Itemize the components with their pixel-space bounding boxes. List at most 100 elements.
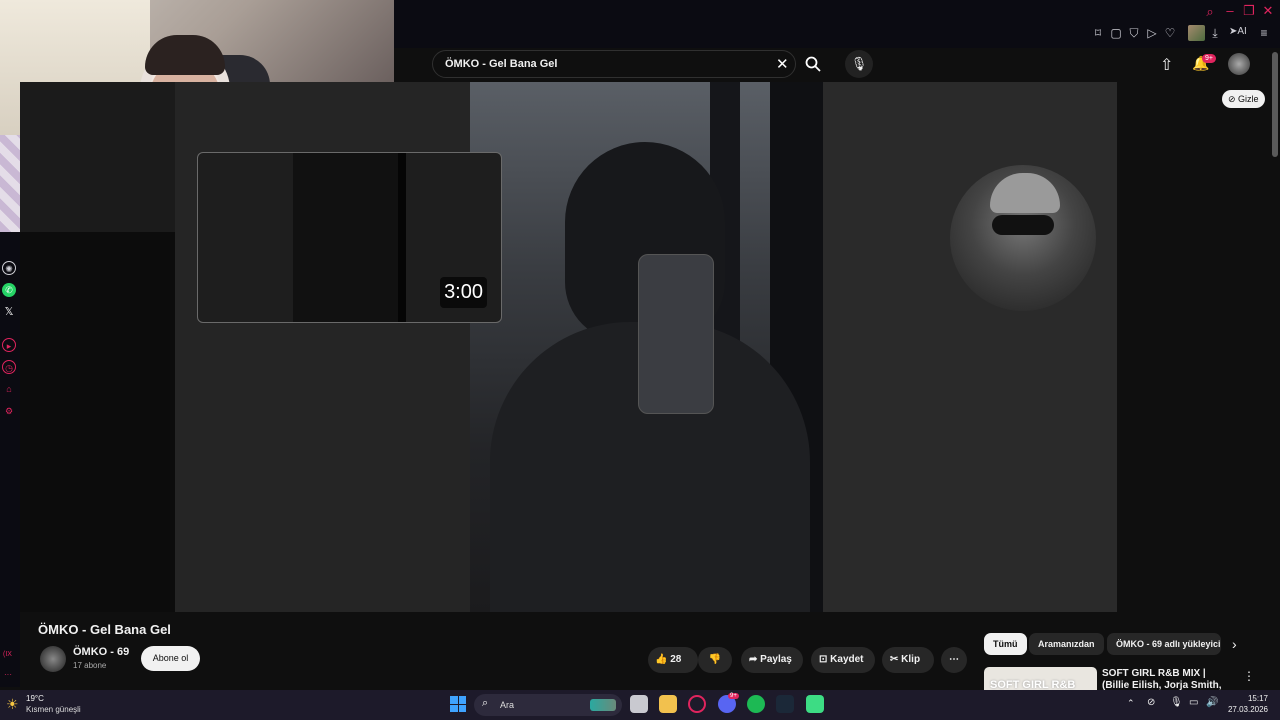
discord-badge: 9+ bbox=[728, 693, 739, 699]
microphone-icon: 🎙 bbox=[850, 56, 868, 71]
preview-duration: 3:00 bbox=[440, 277, 487, 308]
tray-mic-icon[interactable]: 🎙 bbox=[1170, 697, 1183, 708]
upload-icon[interactable]: ⇧ bbox=[1160, 55, 1173, 75]
task-view-icon[interactable] bbox=[630, 695, 648, 713]
video-title: ÖMKO - Gel Bana Gel bbox=[38, 622, 171, 637]
search-button[interactable] bbox=[798, 50, 828, 78]
opera-gx-icon[interactable] bbox=[688, 695, 706, 713]
hide-overlay-button[interactable]: ⊘ Gizle bbox=[1222, 90, 1265, 108]
share-label: Paylaş bbox=[760, 654, 792, 665]
taskbar-search[interactable]: ⌕ Ara bbox=[474, 694, 622, 716]
player-left-bar bbox=[20, 232, 175, 612]
spotify-icon[interactable] bbox=[747, 695, 765, 713]
thumbs-up-icon: 👍 bbox=[655, 654, 668, 665]
search-icon bbox=[805, 56, 821, 72]
ai-button[interactable]: ➤AI bbox=[1229, 26, 1247, 37]
player-right-panel bbox=[823, 82, 1117, 612]
scissors-icon: ✂ bbox=[890, 654, 899, 665]
subscribe-button[interactable]: Abone ol bbox=[141, 646, 200, 671]
clear-search-icon[interactable]: ✕ bbox=[776, 55, 789, 73]
save-icon: ⊡ bbox=[819, 654, 828, 665]
recommendation-more-icon[interactable]: ⋮ bbox=[1243, 669, 1255, 683]
tray-network-off-icon[interactable]: ⊘ bbox=[1147, 697, 1155, 708]
subscriber-count: 17 abone bbox=[73, 661, 107, 670]
heart-icon[interactable]: ♡ bbox=[1163, 26, 1177, 40]
chip-from-search[interactable]: Aramanızdan bbox=[1029, 633, 1104, 655]
minimize-icon[interactable]: – bbox=[1223, 3, 1237, 18]
thumbs-down-icon: 👎 bbox=[708, 654, 722, 665]
file-explorer-icon[interactable] bbox=[659, 695, 677, 713]
close-window-icon[interactable]: ✕ bbox=[1261, 3, 1275, 19]
history-icon[interactable]: ◷ bbox=[2, 360, 16, 374]
search-highlight-icon bbox=[590, 699, 616, 711]
page-scrollbar[interactable] bbox=[1272, 52, 1278, 157]
chatgpt-icon[interactable]: ✺ bbox=[2, 261, 16, 275]
shield-icon[interactable]: ⛉ bbox=[1127, 26, 1141, 40]
bookmark-icon[interactable]: ⌑ bbox=[1091, 26, 1105, 40]
notification-badge: 9+ bbox=[1202, 54, 1216, 63]
chip-uploader[interactable]: ÖMKO - 69 adlı yükleyici bbox=[1107, 633, 1221, 655]
sunglasses bbox=[992, 215, 1054, 235]
share-icon: ➦ bbox=[749, 654, 758, 665]
speed-dial-icon[interactable]: ⌂ bbox=[2, 382, 16, 396]
settings-icon[interactable]: ⚙ bbox=[2, 404, 16, 418]
more-horizontal-icon: ⋯ bbox=[949, 654, 959, 665]
restore-icon[interactable]: ❐ bbox=[1242, 3, 1256, 19]
tray-display-icon[interactable]: ▭ bbox=[1189, 697, 1198, 708]
like-button[interactable]: 👍 28 bbox=[648, 647, 698, 673]
thumbnail-text: SOFT GIRL R&B bbox=[990, 679, 1076, 690]
dislike-button[interactable]: 👎 bbox=[698, 647, 732, 673]
more-icon[interactable]: ··· bbox=[4, 670, 12, 679]
whatsapp-icon[interactable]: ✆ bbox=[2, 283, 16, 297]
chevron-right-icon[interactable]: › bbox=[1232, 636, 1237, 652]
taskbar-search-placeholder: Ara bbox=[500, 700, 515, 710]
voice-search-button[interactable]: 🎙 bbox=[845, 50, 873, 78]
search-box[interactable]: ÖMKO - Gel Bana Gel ✕ bbox=[432, 50, 796, 78]
eye-off-icon: ⊘ bbox=[1228, 94, 1239, 104]
menu-icon[interactable]: ≡ bbox=[1257, 26, 1271, 40]
secondary-column bbox=[1117, 82, 1280, 612]
clock-time[interactable]: 15:17 bbox=[1228, 694, 1268, 703]
hide-label: Gizle bbox=[1238, 94, 1259, 104]
preview-thumbnail bbox=[293, 153, 403, 322]
play-icon[interactable]: ▷ bbox=[1145, 26, 1159, 40]
save-label: Kaydet bbox=[830, 654, 864, 665]
video-frame[interactable] bbox=[470, 82, 823, 612]
more-actions-button[interactable]: ⋯ bbox=[941, 647, 967, 673]
sidebar-badge: (IX bbox=[3, 651, 12, 658]
browser-sidebar: ✺ ✆ 𝕏 ▸ ◷ ⌂ ⚙ (IX ··· bbox=[0, 232, 20, 687]
steam-icon[interactable] bbox=[776, 695, 794, 713]
clock-date[interactable]: 27.03.2026 bbox=[1218, 705, 1268, 714]
windows-start-icon[interactable] bbox=[450, 696, 466, 712]
account-avatar[interactable] bbox=[1228, 53, 1250, 75]
weather-icon: ☀ bbox=[6, 696, 19, 712]
chip-all[interactable]: Tümü bbox=[984, 633, 1027, 655]
weather-desc[interactable]: Kısmen güneşli bbox=[26, 705, 81, 714]
weather-temp[interactable]: 19°C bbox=[26, 694, 44, 703]
snapshot-icon[interactable]: ▢ bbox=[1109, 26, 1123, 40]
save-button[interactable]: ⊡ Kaydet bbox=[811, 647, 875, 673]
recommendation-title[interactable]: SOFT GIRL R&B MIX | (Billie Eilish, Jorj… bbox=[1102, 668, 1227, 690]
x-icon[interactable]: 𝕏 bbox=[2, 305, 16, 319]
search-input[interactable]: ÖMKO - Gel Bana Gel bbox=[445, 58, 557, 70]
share-button[interactable]: ➦ Paylaş bbox=[741, 647, 803, 673]
player-icon[interactable]: ▸ bbox=[2, 338, 16, 352]
taskbar-search-icon: ⌕ bbox=[482, 697, 489, 709]
beanie bbox=[990, 173, 1060, 213]
channel-avatar[interactable] bbox=[40, 646, 66, 672]
tray-volume-icon[interactable]: 🔊 bbox=[1206, 697, 1218, 708]
clip-label: Klip bbox=[901, 654, 921, 665]
recommendation-thumbnail[interactable]: SOFT GIRL R&B bbox=[984, 667, 1097, 690]
person-hair bbox=[145, 35, 225, 75]
hover-preview[interactable]: 3:00 bbox=[197, 152, 502, 323]
phone-in-hand bbox=[638, 254, 714, 414]
windows-taskbar: ☀ 19°C Kısmen güneşli ⌕ Ara 9+ ⌃ ⊘ 🎙 ▭ 🔊… bbox=[0, 690, 1280, 720]
search-window-icon[interactable]: ⌕ bbox=[1203, 4, 1217, 20]
channel-name[interactable]: ÖMKO - 69 bbox=[73, 646, 129, 658]
clip-button[interactable]: ✂ Klip bbox=[882, 647, 934, 673]
like-count: 28 bbox=[670, 654, 682, 665]
profile-thumbnail-icon[interactable] bbox=[1188, 25, 1205, 41]
app-icon[interactable] bbox=[806, 695, 824, 713]
tray-chevron-icon[interactable]: ⌃ bbox=[1127, 698, 1135, 709]
download-icon[interactable]: ⤓ bbox=[1208, 26, 1222, 40]
